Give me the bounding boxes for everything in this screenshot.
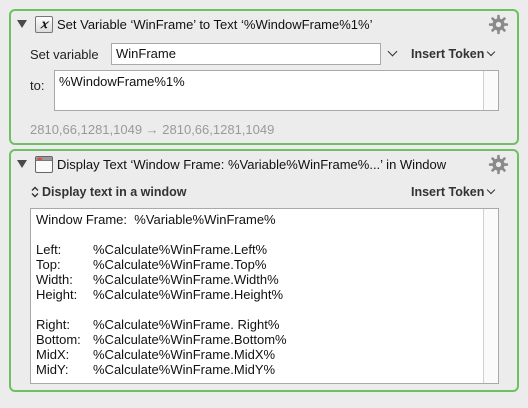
- scrollbar[interactable]: [483, 71, 498, 110]
- variable-x-icon: 𝑥: [35, 16, 53, 33]
- line-value: %Variable%WinFrame%: [134, 212, 276, 227]
- gear-icon[interactable]: [488, 14, 509, 35]
- variable-name-field[interactable]: WinFrame: [111, 43, 381, 65]
- line-label: Top:: [36, 257, 61, 272]
- result-preview: 2810,66,1281,1049 → 2810,66,1281,1049: [30, 122, 275, 137]
- line-content: Window Frame:: [36, 212, 135, 227]
- action-title-bar[interactable]: 𝑥 Set Variable ‘WinFrame’ to Text ‘%Wind…: [11, 11, 517, 39]
- line-value: %Calculate%WinFrame. Right%: [93, 317, 280, 332]
- line-value: %Calculate%WinFrame.Bottom%: [93, 332, 287, 347]
- insert-token-button[interactable]: Insert Token: [411, 47, 496, 61]
- display-text-content: Window Frame: %Variable%WinFrame% Left: %C…: [36, 212, 287, 377]
- chevron-down-icon: [487, 185, 496, 195]
- text-line: Top: %Calculate%WinFrame.Top%: [36, 257, 287, 272]
- text-line: Right: %Calculate%WinFrame. Right%: [36, 317, 287, 332]
- disclosure-triangle-icon[interactable]: [17, 160, 27, 168]
- action-title: Display Text ‘Window Frame: %Variable%Wi…: [57, 157, 447, 172]
- text-line: Height: %Calculate%WinFrame.Height%: [36, 287, 287, 302]
- action-title: Set Variable ‘WinFrame’ to Text ‘%Window…: [57, 17, 373, 32]
- insert-token-button[interactable]: Insert Token: [411, 185, 496, 199]
- line-label: MidX:: [36, 347, 70, 362]
- display-mode-popup[interactable]: Display text in a window: [31, 185, 186, 199]
- text-value: %WindowFrame%1%: [59, 74, 185, 89]
- chevron-down-icon: [487, 47, 496, 57]
- scrollbar[interactable]: [483, 209, 498, 383]
- set-variable-label: Set variable: [30, 47, 99, 62]
- line-value: %Calculate%WinFrame.MidY%: [93, 362, 276, 377]
- line-label: Height:: [36, 287, 78, 302]
- text-line: [36, 227, 287, 242]
- display-text-action[interactable]: ●●● Display Text ‘Window Frame: %Variabl…: [9, 149, 519, 392]
- line-value: %Calculate%WinFrame.Height%: [93, 287, 284, 302]
- gear-icon[interactable]: [488, 154, 509, 175]
- updown-chevron-icon: [31, 186, 39, 198]
- line-value: %Calculate%WinFrame.Left%: [93, 242, 268, 257]
- text-line: Left: %Calculate%WinFrame.Left%: [36, 242, 287, 257]
- variable-dropdown-chevron-icon[interactable]: [387, 46, 398, 57]
- text-line: MidX: %Calculate%WinFrame.MidX%: [36, 347, 287, 362]
- disclosure-triangle-icon[interactable]: [17, 20, 27, 28]
- line-label: Right:: [36, 317, 70, 332]
- text-line: Window Frame: %Variable%WinFrame%: [36, 212, 287, 227]
- text-line: MidY: %Calculate%WinFrame.MidY%: [36, 362, 287, 377]
- text-line: [36, 302, 287, 317]
- line-label: Width:: [36, 272, 73, 287]
- line-label: Left:: [36, 242, 62, 257]
- line-label: MidY:: [36, 362, 69, 377]
- text-line: Width: %Calculate%WinFrame.Width%: [36, 272, 287, 287]
- window-icon: ●●●: [35, 156, 53, 173]
- line-value: %Calculate%WinFrame.Top%: [93, 257, 267, 272]
- to-label: to:: [30, 78, 45, 93]
- text-value-area[interactable]: %WindowFrame%1%: [54, 70, 499, 111]
- line-value: %Calculate%WinFrame.Width%: [93, 272, 279, 287]
- line-value: %Calculate%WinFrame.MidX%: [93, 347, 276, 362]
- text-line: Bottom: %Calculate%WinFrame.Bottom%: [36, 332, 287, 347]
- line-label: Bottom:: [36, 332, 81, 347]
- action-title-bar[interactable]: ●●● Display Text ‘Window Frame: %Variabl…: [11, 151, 517, 179]
- set-variable-action[interactable]: 𝑥 Set Variable ‘WinFrame’ to Text ‘%Wind…: [9, 9, 519, 145]
- display-text-area[interactable]: Window Frame: %Variable%WinFrame% Left: %C…: [30, 208, 499, 384]
